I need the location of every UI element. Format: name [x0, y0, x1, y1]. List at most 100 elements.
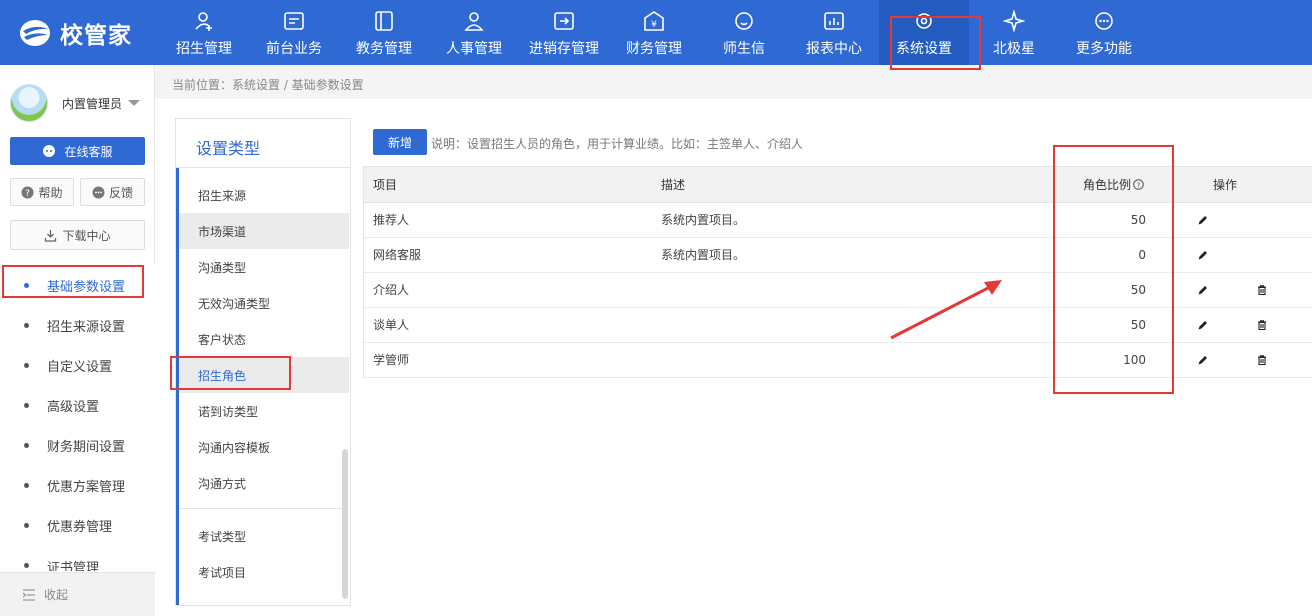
left-sidebar: 内置管理员 在线客服 ? 帮助 反馈 下载中心 基础参数设置 招生来源设置 自定… — [0, 65, 155, 616]
table-header: 项目 描述 角色比例? 操作 — [364, 167, 1312, 203]
edit-icon[interactable] — [1197, 214, 1209, 226]
nav-more[interactable]: 更多功能 — [1059, 0, 1149, 65]
svg-text:?: ? — [1137, 181, 1141, 189]
type-item-comm-template[interactable]: 沟通内容模板 — [179, 429, 349, 465]
cell-ratio: 50 — [1130, 283, 1146, 297]
menu-item-recruit-source[interactable]: 招生来源设置 — [0, 305, 155, 345]
help-button[interactable]: ? 帮助 — [10, 178, 74, 206]
inventory-icon — [554, 12, 574, 30]
feedback-icon — [92, 186, 105, 198]
annotation-arrow-icon — [890, 280, 1002, 340]
edit-icon[interactable] — [1197, 319, 1209, 331]
menu-item-label: 自定义设置 — [47, 359, 113, 375]
panel-scrollbar[interactable] — [342, 449, 348, 599]
nav-label: 报表中心 — [806, 41, 862, 57]
edit-icon[interactable] — [1197, 284, 1209, 296]
cell-ratio: 50 — [1130, 318, 1146, 332]
type-item-recruit-source[interactable]: 招生来源 — [179, 177, 349, 213]
type-item-comm-method[interactable]: 沟通方式 — [179, 465, 349, 501]
menu-item-discount-plan[interactable]: 优惠方案管理 — [0, 465, 155, 505]
menu-item-coupon[interactable]: 优惠券管理 — [0, 505, 155, 545]
bullet-icon — [24, 402, 29, 408]
app-logo[interactable]: 校管家 — [18, 16, 158, 50]
nav-message[interactable]: 师生信 — [699, 0, 789, 65]
download-icon — [45, 229, 57, 242]
menu-item-label: 高级设置 — [47, 399, 100, 415]
new-button[interactable]: 新增 — [373, 129, 427, 155]
table-row: 网络客服 系统内置项目。 0 — [364, 238, 1312, 273]
divider — [176, 167, 350, 168]
nav-label: 财务管理 — [626, 41, 682, 57]
edit-icon[interactable] — [1197, 354, 1209, 366]
nav-finance[interactable]: ¥ 财务管理 — [609, 0, 699, 65]
nav-hr[interactable]: 人事管理 — [429, 0, 519, 65]
type-item-exam-item[interactable]: 考试项目 — [179, 554, 349, 590]
finance-icon: ¥ — [644, 11, 664, 31]
edit-icon[interactable] — [1197, 249, 1209, 261]
type-item-visit-type[interactable]: 诺到访类型 — [179, 393, 349, 429]
type-item-invalid-comm-type[interactable]: 无效沟通类型 — [179, 285, 349, 321]
collapse-sidebar-button[interactable]: 收起 — [0, 572, 155, 616]
menu-item-label: 优惠券管理 — [47, 519, 113, 535]
menu-item-finance-period[interactable]: 财务期间设置 — [0, 425, 155, 465]
nav-settings[interactable]: 系统设置 — [879, 0, 969, 65]
nav-academic[interactable]: 教务管理 — [339, 0, 429, 65]
description-note: 说明：设置招生人员的角色，用于计算业绩。比如：主签单人、介绍人 — [431, 137, 804, 151]
nav-polaris[interactable]: 北极星 — [969, 0, 1059, 65]
menu-item-custom[interactable]: 自定义设置 — [0, 345, 155, 385]
cell-ratio: 0 — [1138, 248, 1146, 262]
nav-label: 进销存管理 — [529, 41, 599, 57]
online-service-button[interactable]: 在线客服 — [10, 137, 145, 165]
frontdesk-icon — [284, 12, 304, 30]
cell-item: 推荐人 — [373, 213, 410, 227]
table-row: 推荐人 系统内置项目。 50 — [364, 203, 1312, 238]
logo-text: 校管家 — [60, 23, 132, 49]
type-item-market-channel[interactable]: 市场渠道 — [179, 213, 349, 249]
menu-item-basic-params[interactable]: 基础参数设置 — [0, 265, 155, 305]
cell-ratio: 100 — [1123, 353, 1146, 367]
feedback-button[interactable]: 反馈 — [80, 178, 145, 206]
type-item-exam-type[interactable]: 考试类型 — [179, 518, 349, 554]
type-item-recruit-role[interactable]: 招生角色 — [179, 357, 349, 393]
bullet-icon — [24, 482, 29, 488]
type-item-label: 沟通内容模板 — [198, 440, 271, 455]
settings-icon — [916, 13, 932, 29]
trash-icon[interactable] — [1256, 354, 1268, 366]
nav-recruit[interactable]: 招生管理 — [159, 0, 249, 65]
user-name: 内置管理员 — [62, 96, 123, 111]
nav-frontdesk[interactable]: 前台业务 — [249, 0, 339, 65]
download-center-button[interactable]: 下载中心 — [10, 220, 145, 250]
breadcrumb: 当前位置：系统设置 / 基础参数设置 — [172, 78, 364, 92]
type-item-label: 招生来源 — [198, 188, 247, 203]
svg-text:?: ? — [26, 189, 31, 199]
nav-report[interactable]: 报表中心 — [789, 0, 879, 65]
avatar — [10, 84, 48, 122]
type-item-comm-type[interactable]: 沟通类型 — [179, 249, 349, 285]
cell-item: 介绍人 — [373, 283, 410, 297]
type-item-customer-status[interactable]: 客户状态 — [179, 321, 349, 357]
menu-item-certificate[interactable]: 证书管理 — [0, 545, 155, 571]
star-icon — [1003, 10, 1025, 32]
cell-desc: 系统内置项目。 — [661, 248, 746, 262]
trash-icon[interactable] — [1256, 284, 1268, 296]
type-item-label: 招生角色 — [198, 368, 247, 383]
report-icon — [824, 12, 844, 30]
menu-item-label: 基础参数设置 — [47, 279, 126, 295]
trash-icon[interactable] — [1256, 319, 1268, 331]
nav-inventory[interactable]: 进销存管理 — [519, 0, 609, 65]
message-icon — [735, 12, 753, 30]
column-header-desc: 描述 — [661, 178, 686, 192]
more-icon — [1095, 12, 1113, 30]
bullet-icon — [24, 442, 29, 448]
user-menu[interactable]: 内置管理员 — [10, 83, 150, 123]
svg-text:¥: ¥ — [651, 20, 657, 30]
cell-desc: 系统内置项目。 — [661, 213, 746, 227]
nav-label: 系统设置 — [896, 41, 952, 57]
column-header-item: 项目 — [373, 178, 398, 192]
bullet-icon — [24, 522, 29, 528]
menu-item-advanced[interactable]: 高级设置 — [0, 385, 155, 425]
cell-item: 学管师 — [373, 353, 410, 367]
nav-label: 人事管理 — [446, 41, 502, 57]
bullet-icon — [24, 282, 29, 288]
help-circle-icon[interactable]: ? — [1133, 179, 1144, 190]
